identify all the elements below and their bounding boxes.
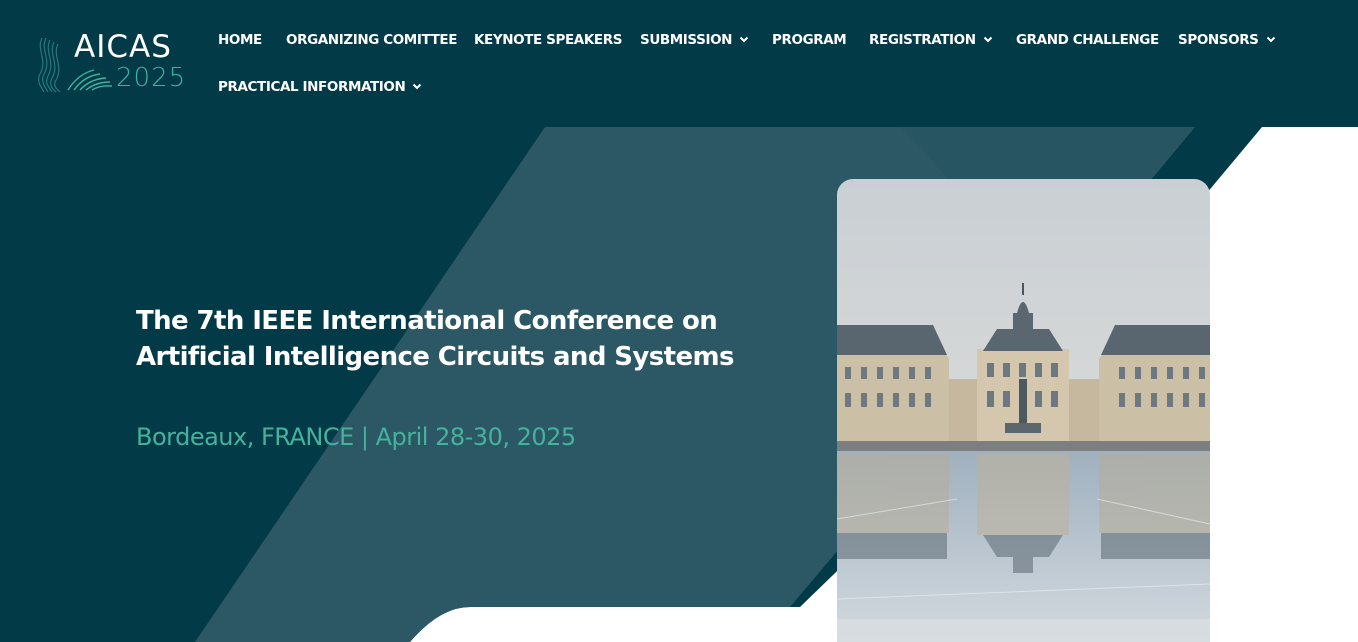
nav-label: KEYNOTE SPEAKERS [474, 32, 623, 48]
site-header: AICAS 2025 HOME ORGANIZING COMITTEE KEYN… [0, 0, 1358, 127]
nav-label: REGISTRATION [869, 32, 976, 48]
logo-year: 2025 [116, 63, 187, 93]
chevron-down-icon [1266, 36, 1275, 43]
nav-label: PRACTICAL INFORMATION [218, 79, 406, 95]
nav-grand-challenge[interactable]: GRAND CHALLENGE [1016, 31, 1159, 49]
hero-title-line-1: The 7th IEEE International Conference on [136, 306, 718, 336]
nav-label: GRAND CHALLENGE [1016, 32, 1159, 48]
nav-label: SPONSORS [1178, 32, 1259, 48]
hero-title: The 7th IEEE International Conference on… [136, 303, 836, 375]
nav-label: SUBMISSION [640, 32, 733, 48]
hero-location-date: Bordeaux, FRANCE | April 28-30, 2025 [136, 423, 576, 451]
place-de-la-bourse-image [837, 179, 1210, 642]
logo-name: AICAS [74, 29, 172, 65]
nav-registration[interactable]: REGISTRATION [869, 31, 993, 49]
chevron-down-icon [983, 36, 992, 43]
chevron-down-icon [413, 83, 422, 90]
nav-submission[interactable]: SUBMISSION [640, 31, 749, 49]
nav-sponsors[interactable]: SPONSORS [1178, 31, 1276, 49]
chevron-down-icon [739, 36, 749, 43]
nav-practical-information[interactable]: PRACTICAL INFORMATION [218, 78, 422, 96]
site-logo[interactable]: AICAS 2025 [34, 30, 194, 96]
nav-label: PROGRAM [772, 32, 847, 48]
hero-photo-bordeaux [837, 179, 1210, 642]
hero-title-line-2: Artificial Intelligence Circuits and Sys… [136, 342, 734, 372]
nav-keynote-speakers[interactable]: KEYNOTE SPEAKERS [474, 31, 622, 49]
hero-section: The 7th IEEE International Conference on… [0, 127, 1358, 642]
nav-label: HOME [218, 32, 262, 48]
nav-home[interactable]: HOME [218, 31, 262, 49]
nav-program[interactable]: PROGRAM [772, 31, 847, 49]
nav-label: ORGANIZING COMITTEE [286, 32, 458, 48]
nav-organizing-comittee[interactable]: ORGANIZING COMITTEE [286, 31, 457, 49]
